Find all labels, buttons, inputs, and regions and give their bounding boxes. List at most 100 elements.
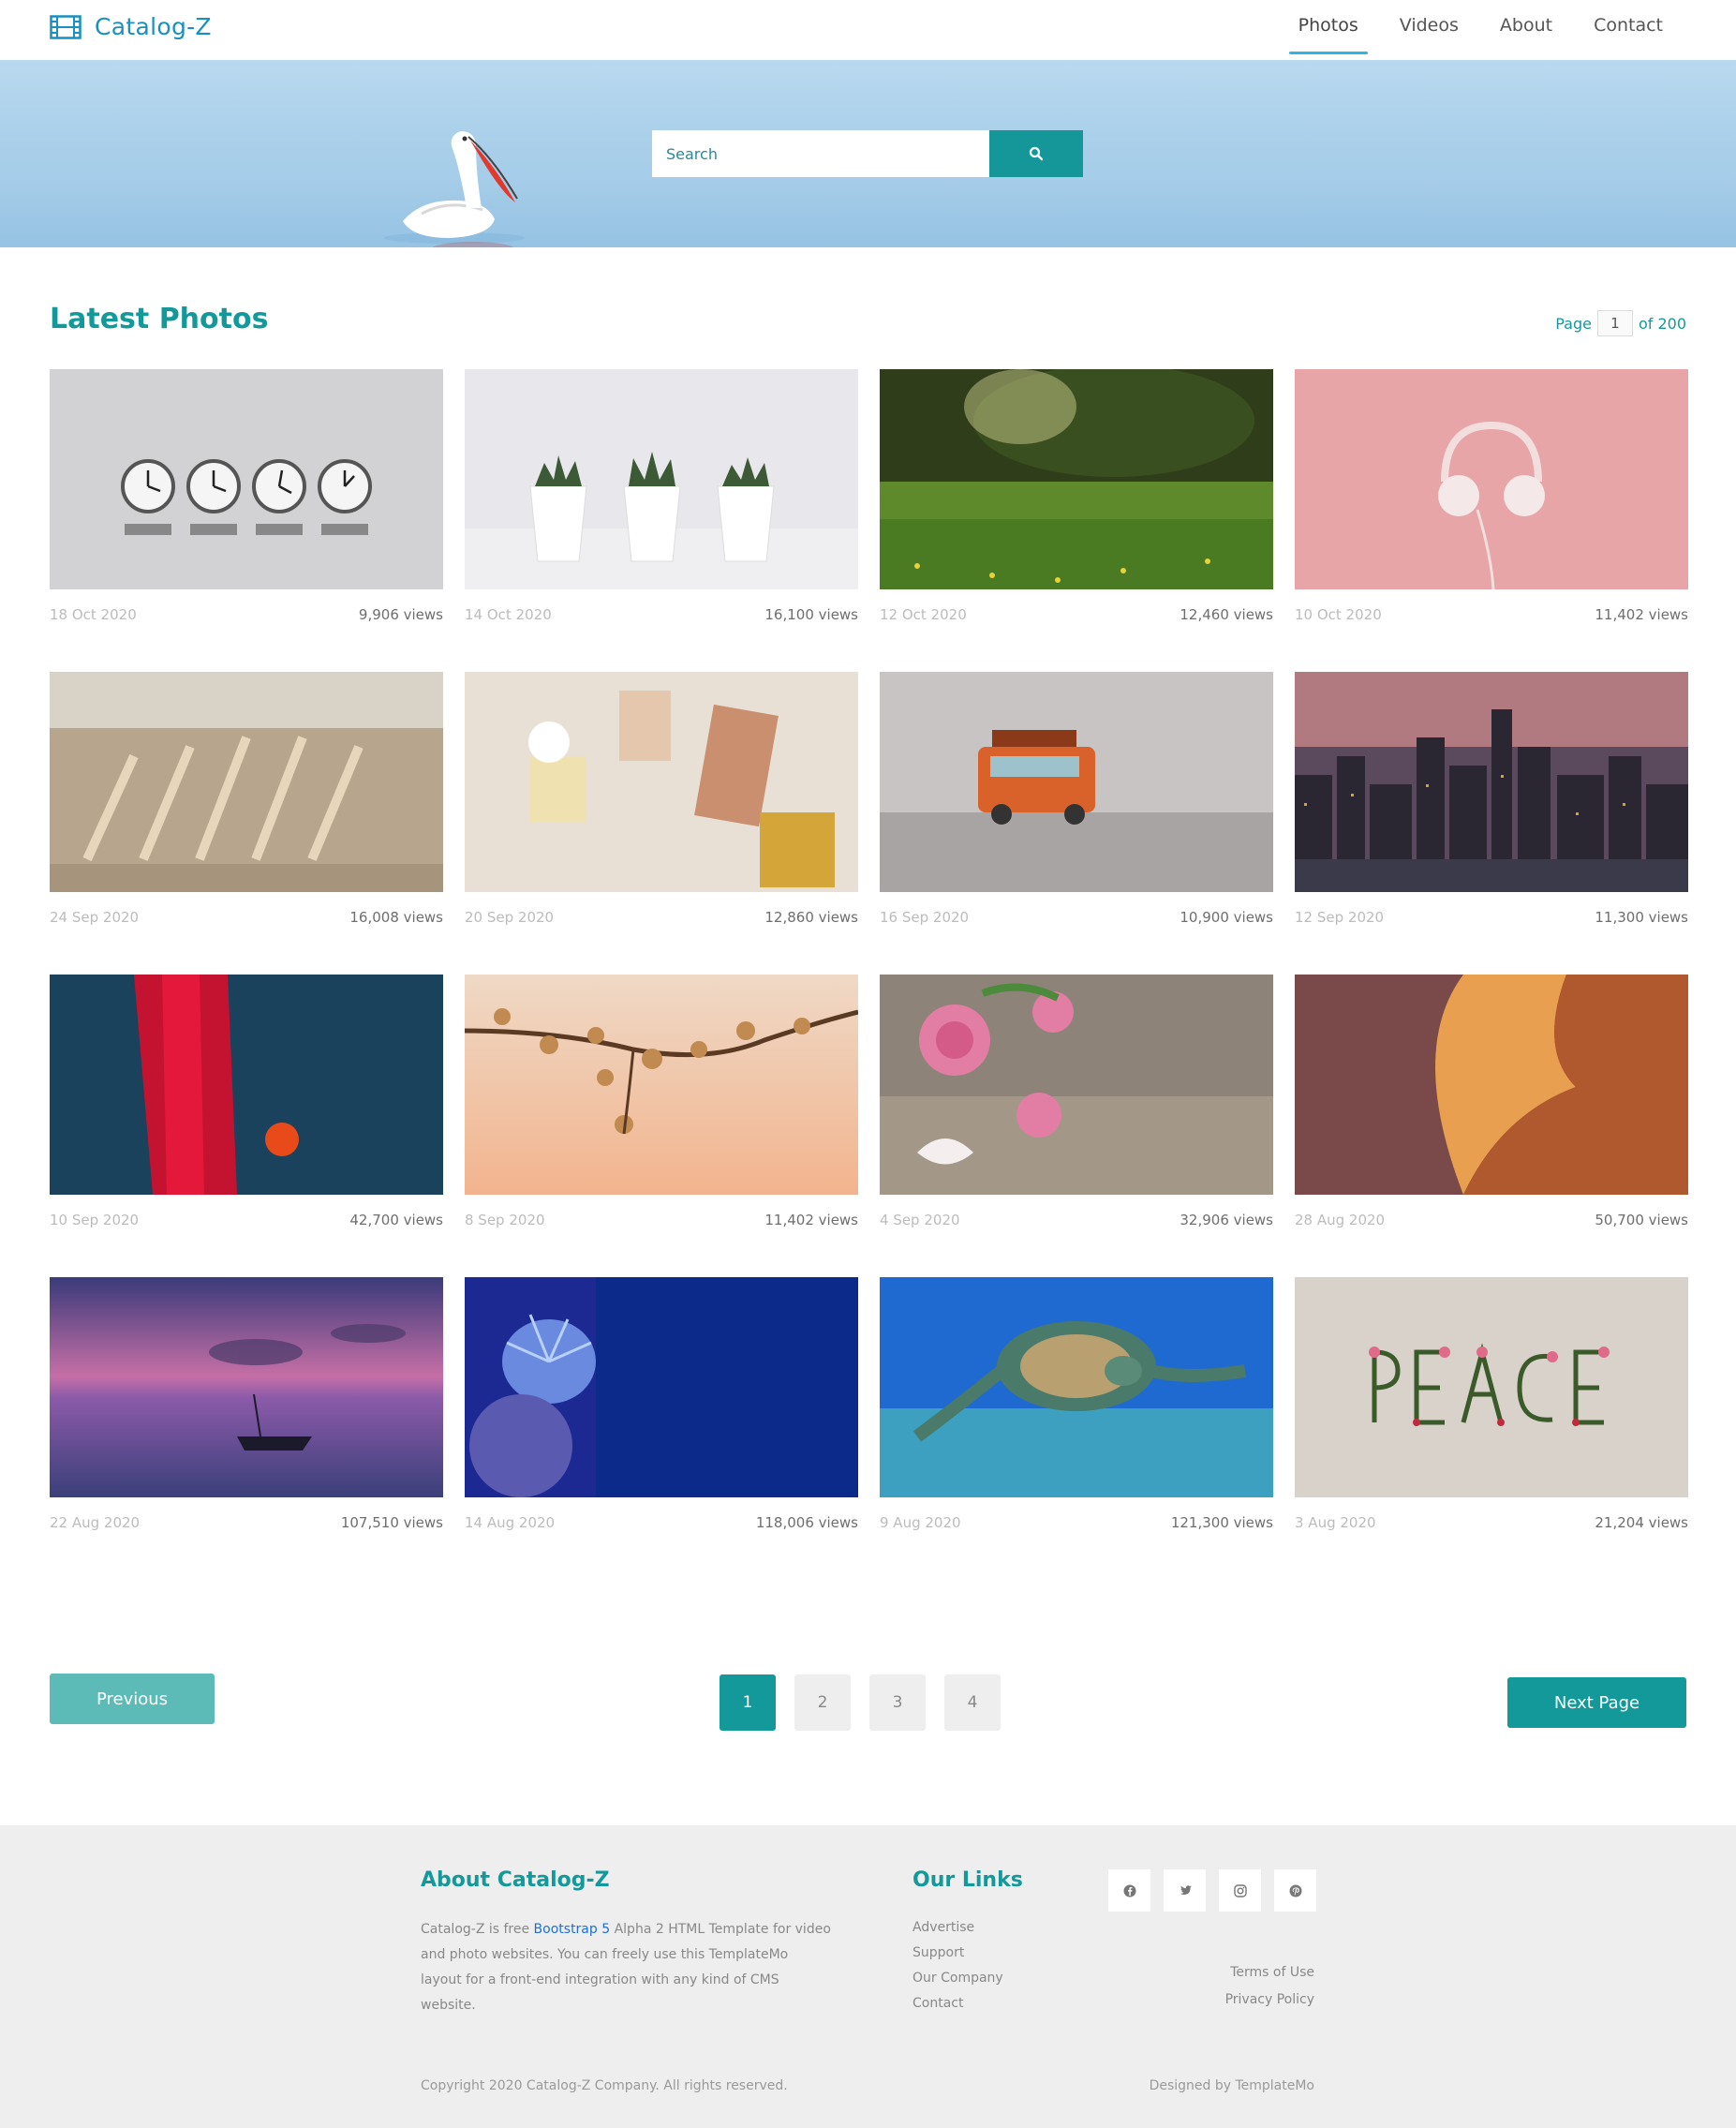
photo-card[interactable]: 20 Sep 2020 12,860 views bbox=[465, 672, 858, 944]
photo-card[interactable]: 14 Oct 2020 16,100 views bbox=[465, 369, 858, 641]
page-2-button[interactable]: 2 bbox=[794, 1674, 851, 1731]
photo-thumbnail[interactable] bbox=[1295, 369, 1688, 589]
photo-thumbnail[interactable] bbox=[880, 975, 1273, 1195]
photo-card[interactable]: 18 Oct 2020 9,906 views bbox=[50, 369, 443, 641]
photo-date: 28 Aug 2020 bbox=[1295, 1212, 1386, 1228]
bootstrap-link[interactable]: Bootstrap 5 bbox=[534, 1922, 611, 1937]
photo-card[interactable]: 3 Aug 2020 21,204 views bbox=[1295, 1277, 1688, 1549]
photo-card[interactable]: 8 Sep 2020 11,402 views bbox=[465, 975, 858, 1246]
photo-card[interactable]: 9 Aug 2020 121,300 views bbox=[880, 1277, 1273, 1549]
brand-name: Catalog-Z bbox=[95, 13, 212, 40]
photo-card[interactable]: 10 Oct 2020 11,402 views bbox=[1295, 369, 1688, 641]
photo-thumbnail[interactable] bbox=[1295, 672, 1688, 892]
photo-thumbnail[interactable] bbox=[1295, 975, 1688, 1195]
photo-date: 10 Sep 2020 bbox=[50, 1212, 140, 1228]
terms-of-use-link[interactable]: Terms of Use bbox=[1225, 1959, 1314, 1987]
photo-views: 16,100 views bbox=[764, 606, 858, 623]
hero-water bbox=[0, 182, 1736, 247]
page-suffix: of 200 bbox=[1638, 314, 1686, 333]
footer-links-title: Our Links bbox=[913, 1868, 1023, 1892]
photo-thumbnail[interactable] bbox=[880, 1277, 1273, 1497]
photo-views: 16,008 views bbox=[349, 909, 443, 926]
photo-date: 16 Sep 2020 bbox=[880, 909, 970, 926]
footer-about-text: Catalog-Z is free Bootstrap 5 Alpha 2 HT… bbox=[421, 1917, 833, 2018]
photo-thumbnail[interactable] bbox=[50, 1277, 443, 1497]
photo-date: 8 Sep 2020 bbox=[465, 1212, 545, 1228]
copyright: Copyright 2020 Catalog-Z Company. All ri… bbox=[421, 2078, 788, 2093]
current-page-input[interactable]: 1 bbox=[1596, 310, 1633, 336]
search-bar bbox=[652, 130, 1083, 177]
search-input[interactable] bbox=[652, 130, 989, 177]
footer-legal-links: Terms of Use Privacy Policy bbox=[1225, 1959, 1314, 2014]
photo-card[interactable]: 28 Aug 2020 50,700 views bbox=[1295, 975, 1688, 1246]
instagram-link[interactable] bbox=[1219, 1869, 1261, 1912]
nav-about[interactable]: About bbox=[1479, 15, 1573, 52]
photo-card[interactable]: 4 Sep 2020 32,906 views bbox=[880, 975, 1273, 1246]
nav-photos[interactable]: Photos bbox=[1278, 15, 1379, 54]
search-button[interactable] bbox=[989, 130, 1083, 177]
photo-thumbnail[interactable] bbox=[50, 672, 443, 892]
next-page-button[interactable]: Next Page bbox=[1507, 1677, 1686, 1728]
search-icon bbox=[1029, 146, 1044, 161]
photo-card[interactable]: 16 Sep 2020 10,900 views bbox=[880, 672, 1273, 944]
photo-date: 3 Aug 2020 bbox=[1295, 1514, 1376, 1531]
photo-thumbnail[interactable] bbox=[1295, 1277, 1688, 1497]
photo-card[interactable]: 12 Sep 2020 11,300 views bbox=[1295, 672, 1688, 944]
photo-thumbnail[interactable] bbox=[465, 672, 858, 892]
designed-by[interactable]: Designed by TemplateMo bbox=[1150, 2078, 1314, 2093]
page-1-button[interactable]: 1 bbox=[720, 1674, 776, 1731]
photo-card[interactable]: 22 Aug 2020 107,510 views bbox=[50, 1277, 443, 1549]
photo-thumbnail[interactable] bbox=[880, 672, 1273, 892]
photo-views: 10,900 views bbox=[1180, 909, 1273, 926]
instagram-icon bbox=[1233, 1883, 1247, 1897]
photo-views: 11,402 views bbox=[764, 1212, 858, 1228]
photo-thumbnail[interactable] bbox=[50, 975, 443, 1195]
photo-date: 12 Oct 2020 bbox=[880, 606, 967, 623]
nav-contact[interactable]: Contact bbox=[1573, 15, 1684, 52]
photo-date: 4 Sep 2020 bbox=[880, 1212, 960, 1228]
photo-card[interactable]: 14 Aug 2020 118,006 views bbox=[465, 1277, 858, 1549]
photo-card[interactable]: 12 Oct 2020 12,460 views bbox=[880, 369, 1273, 641]
photo-views: 21,204 views bbox=[1595, 1514, 1688, 1531]
footer: About Catalog-Z Catalog-Z is free Bootst… bbox=[0, 1825, 1736, 2128]
photo-views: 11,402 views bbox=[1595, 606, 1688, 623]
photo-views: 42,700 views bbox=[349, 1212, 443, 1228]
photo-views: 118,006 views bbox=[755, 1514, 858, 1531]
photo-thumbnail[interactable] bbox=[465, 975, 858, 1195]
nav-videos[interactable]: Videos bbox=[1379, 15, 1479, 52]
photo-date: 12 Sep 2020 bbox=[1295, 909, 1385, 926]
page-3-button[interactable]: 3 bbox=[869, 1674, 926, 1731]
footer-link-our-company[interactable]: Our Company bbox=[913, 1966, 1003, 1991]
social-links bbox=[1108, 1869, 1316, 1912]
navbar: Catalog-Z Photos Videos About Contact bbox=[0, 0, 1736, 60]
photo-thumbnail[interactable] bbox=[880, 369, 1273, 589]
main-nav: Photos Videos About Contact bbox=[1278, 15, 1684, 54]
hero-banner bbox=[0, 60, 1736, 247]
photo-views: 121,300 views bbox=[1170, 1514, 1273, 1531]
brand-logo[interactable]: Catalog-Z bbox=[50, 13, 212, 40]
footer-link-advertise[interactable]: Advertise bbox=[913, 1915, 1003, 1941]
twitter-link[interactable] bbox=[1164, 1869, 1206, 1912]
footer-link-support[interactable]: Support bbox=[913, 1941, 1003, 1966]
pagination: 1 2 3 4 bbox=[720, 1674, 1001, 1731]
film-icon bbox=[50, 14, 82, 39]
pelican-image bbox=[384, 131, 525, 247]
page-4-button[interactable]: 4 bbox=[944, 1674, 1001, 1731]
privacy-policy-link[interactable]: Privacy Policy bbox=[1225, 1987, 1314, 2014]
photo-card[interactable]: 24 Sep 2020 16,008 views bbox=[50, 672, 443, 944]
footer-link-contact[interactable]: Contact bbox=[913, 1991, 1003, 2016]
photo-card[interactable]: 10 Sep 2020 42,700 views bbox=[50, 975, 443, 1246]
photo-views: 107,510 views bbox=[340, 1514, 443, 1531]
twitter-icon bbox=[1180, 1884, 1192, 1895]
photo-date: 18 Oct 2020 bbox=[50, 606, 137, 623]
previous-button[interactable]: Previous bbox=[50, 1674, 215, 1724]
footer-links: Advertise Support Our Company Contact bbox=[913, 1915, 1003, 2016]
photo-thumbnail[interactable] bbox=[50, 369, 443, 589]
pinterest-link[interactable] bbox=[1274, 1869, 1316, 1912]
facebook-link[interactable] bbox=[1108, 1869, 1150, 1912]
photo-thumbnail[interactable] bbox=[465, 1277, 858, 1497]
photo-views: 11,300 views bbox=[1595, 909, 1688, 926]
about-text-start: Catalog-Z is free bbox=[421, 1922, 534, 1937]
photo-thumbnail[interactable] bbox=[465, 369, 858, 589]
photo-views: 12,460 views bbox=[1180, 606, 1273, 623]
